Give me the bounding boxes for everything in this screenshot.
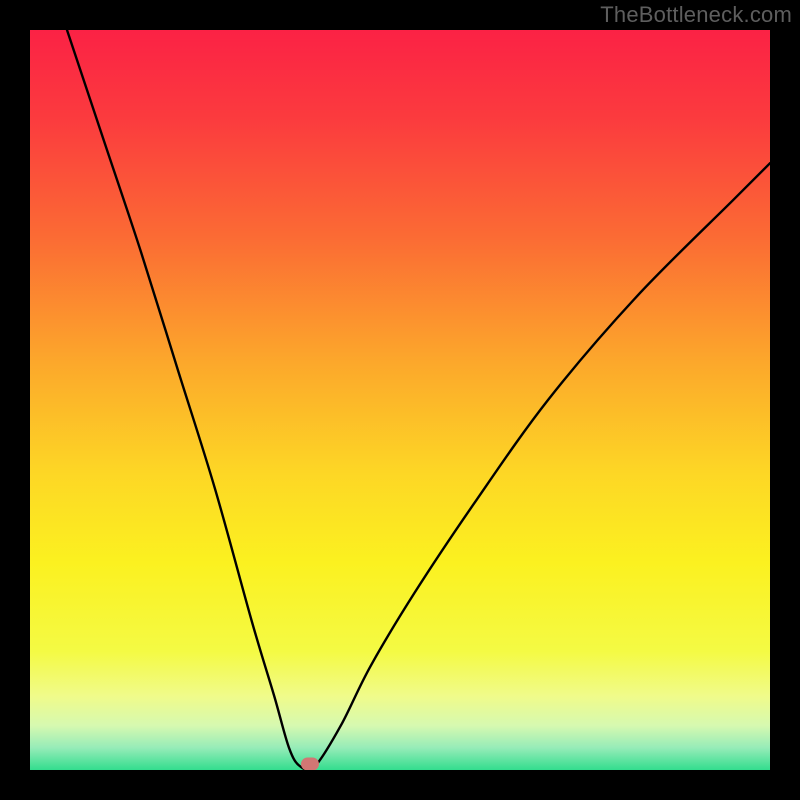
optimum-marker (301, 758, 319, 770)
bottleneck-curve (30, 30, 770, 770)
chart-frame: TheBottleneck.com (0, 0, 800, 800)
watermark-text: TheBottleneck.com (600, 2, 792, 28)
plot-area (30, 30, 770, 770)
